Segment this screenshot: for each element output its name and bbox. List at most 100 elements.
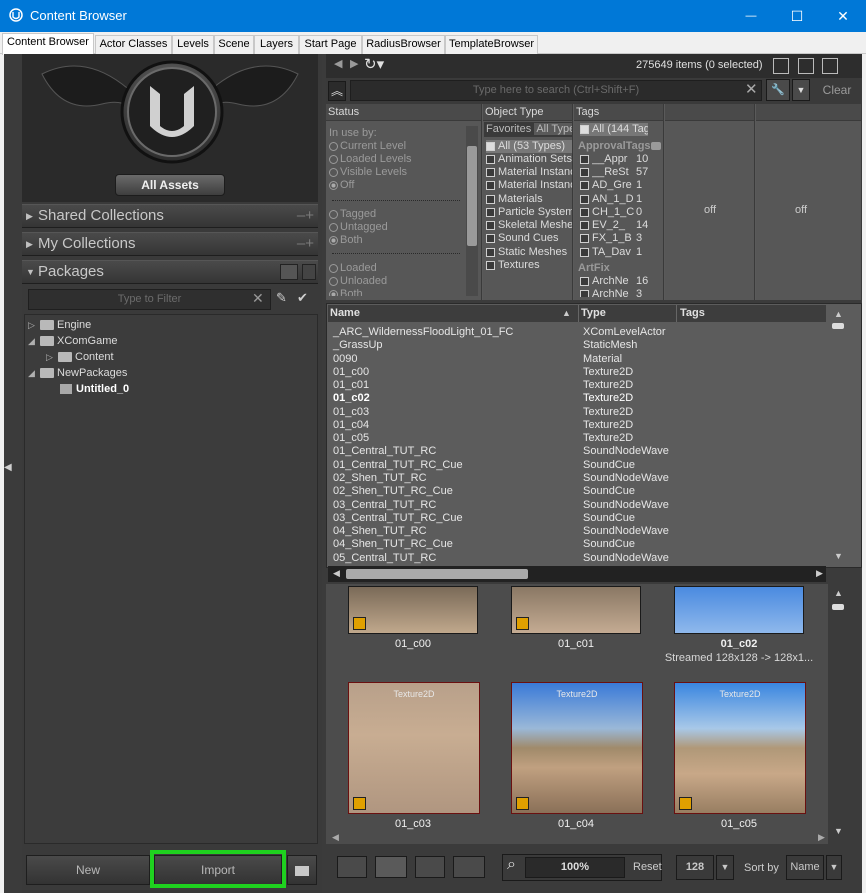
list-row[interactable]: 01_c00 Texture2D bbox=[333, 366, 633, 379]
list-row-selected[interactable]: 01_c02 Texture2D bbox=[333, 392, 633, 405]
favorites-tab[interactable]: Favorites bbox=[484, 123, 531, 135]
off-radio[interactable]: Off bbox=[329, 179, 354, 192]
tag-checkbox[interactable]: CH_1_C 0 bbox=[580, 206, 642, 219]
list-row[interactable]: 05_Central_TUT_RC SoundNodeWave bbox=[333, 552, 669, 565]
list-row[interactable]: 03_Central_TUT_RC SoundNodeWave bbox=[333, 499, 669, 512]
object-type-checkbox[interactable]: Materials bbox=[486, 193, 572, 206]
clear-filter-icon[interactable]: ✕ bbox=[252, 290, 264, 307]
search-options-dropdown-icon[interactable]: ▼ bbox=[792, 79, 810, 101]
float-window-icon[interactable] bbox=[822, 58, 838, 74]
list-view-icon[interactable] bbox=[302, 264, 316, 280]
all-types-tab[interactable]: All Types bbox=[534, 123, 572, 135]
tree-node-xcomgame[interactable]: ◢ XComGame bbox=[28, 333, 118, 349]
object-type-checkbox[interactable]: Particle Systems bbox=[486, 206, 572, 219]
loaded-levels-radio[interactable]: Loaded Levels bbox=[329, 153, 412, 166]
tree-node-newpackages[interactable]: ◢ NewPackages bbox=[28, 365, 127, 381]
search-input[interactable]: Type here to search (Ctrl+Shift+F) bbox=[350, 80, 762, 101]
tab-template-browser[interactable]: TemplateBrowser bbox=[445, 35, 538, 54]
list-row[interactable]: _GrassUp StaticMesh bbox=[333, 339, 637, 352]
tag-checkbox[interactable]: TA_Dav 1 bbox=[580, 246, 642, 259]
untagged-radio[interactable]: Untagged bbox=[329, 221, 388, 234]
thumbnail-01-c04[interactable]: Texture2D bbox=[511, 682, 643, 814]
tree-view-icon[interactable] bbox=[280, 264, 298, 280]
tag-checkbox[interactable]: ArchNe 16 bbox=[580, 275, 648, 288]
visible-levels-radio[interactable]: Visible Levels bbox=[329, 166, 407, 179]
list-row[interactable]: 01_c03 Texture2D bbox=[333, 406, 633, 419]
type-column-header[interactable]: Type bbox=[581, 307, 606, 319]
off-label[interactable]: off bbox=[665, 204, 755, 216]
split-view-icon[interactable] bbox=[375, 856, 407, 878]
new-window-icon[interactable] bbox=[773, 58, 789, 74]
object-type-checkbox[interactable]: Animation Sets bbox=[486, 153, 572, 166]
package-filter-input[interactable]: Type to Filter bbox=[28, 289, 271, 310]
tag-checkbox[interactable]: ArchNe 3 bbox=[580, 288, 642, 297]
thumbnail-01-c05[interactable]: Texture2D bbox=[674, 682, 806, 814]
tab-start-page[interactable]: Start Page bbox=[299, 35, 362, 54]
list-row[interactable]: 0090 Material bbox=[333, 353, 622, 366]
all-types-checkbox[interactable]: All (53 Types) bbox=[486, 140, 572, 153]
tagged-radio[interactable]: Tagged bbox=[329, 208, 376, 221]
off-label[interactable]: off bbox=[756, 204, 846, 216]
loaded-radio[interactable]: Loaded bbox=[329, 262, 377, 275]
list-horizontal-scrollbar[interactable]: ◀ ▶ bbox=[328, 566, 826, 582]
list-row[interactable]: 01_c05 Texture2D bbox=[333, 432, 633, 445]
collapse-filters-icon[interactable]: ︽ bbox=[328, 81, 346, 101]
tab-layers[interactable]: Layers bbox=[254, 35, 299, 54]
tab-levels[interactable]: Levels bbox=[172, 35, 214, 54]
list-row[interactable]: 02_Shen_TUT_RC SoundNodeWave bbox=[333, 472, 669, 485]
reset-zoom-button[interactable]: Reset bbox=[633, 861, 662, 873]
add-remove-collection-icons[interactable]: –+ bbox=[297, 205, 314, 227]
history-refresh-icon[interactable]: ↻▾ bbox=[364, 55, 384, 73]
scroll-left-arrow-icon[interactable]: ◀ bbox=[332, 832, 339, 843]
all-tags-checkbox[interactable]: All (144 Tags) bbox=[580, 123, 648, 136]
thumbnail-01-c02[interactable] bbox=[674, 586, 804, 634]
list-row[interactable]: 01_c04 Texture2D bbox=[333, 419, 633, 432]
thumbnail-size-dropdown-icon[interactable]: ▼ bbox=[716, 855, 734, 880]
object-type-checkbox[interactable]: Material Instances bbox=[486, 179, 572, 192]
maximize-button[interactable]: ☐ bbox=[774, 0, 820, 32]
tags-scrollbar[interactable] bbox=[650, 126, 662, 296]
tab-content-browser[interactable]: Content Browser bbox=[2, 33, 94, 55]
list-only-view-icon[interactable] bbox=[337, 856, 367, 878]
forward-arrow-icon[interactable]: ▶ bbox=[350, 57, 358, 70]
shared-collections-header[interactable]: ▶ Shared Collections –+ bbox=[22, 204, 318, 228]
current-level-radio[interactable]: Current Level bbox=[329, 140, 406, 153]
new-button[interactable]: New bbox=[26, 855, 150, 885]
checkmark-icon[interactable]: ✔ bbox=[297, 290, 308, 306]
clear-button[interactable]: Clear bbox=[814, 79, 860, 101]
object-type-checkbox[interactable]: Static Meshes bbox=[486, 246, 572, 259]
list-row[interactable]: 01_Central_TUT_RC_Cue SoundCue bbox=[333, 459, 635, 472]
list-row[interactable]: 01_c01 Texture2D bbox=[333, 379, 633, 392]
name-column-header[interactable]: Name bbox=[330, 307, 360, 319]
back-arrow-icon[interactable]: ◀ bbox=[334, 57, 342, 70]
object-type-checkbox[interactable]: Sound Cues bbox=[486, 232, 572, 245]
tag-checkbox[interactable]: FX_1_B 3 bbox=[580, 232, 642, 245]
thumbnail-01-c03[interactable]: Texture2D bbox=[348, 682, 480, 814]
collapse-left-arrow-icon[interactable]: ◀ bbox=[4, 462, 18, 476]
wrench-icon[interactable]: 🔧 bbox=[766, 79, 790, 101]
all-assets-button[interactable]: All Assets bbox=[115, 174, 225, 196]
thumbnail-01-c00[interactable] bbox=[348, 586, 478, 634]
unloaded-radio[interactable]: Unloaded bbox=[329, 275, 387, 288]
list-row[interactable]: 03_Central_TUT_RC_Cue SoundCue bbox=[333, 512, 635, 525]
packages-header[interactable]: ▼ Packages bbox=[22, 260, 318, 284]
close-button[interactable]: ✕ bbox=[820, 0, 866, 32]
object-type-checkbox[interactable]: Material Instances bbox=[486, 166, 572, 179]
zoom-level[interactable]: 100% bbox=[525, 857, 625, 878]
status-scrollbar[interactable] bbox=[466, 126, 478, 296]
list-row[interactable]: _ARC_WildernessFloodLight_01_FC XComLevel… bbox=[333, 326, 666, 339]
tags-column-header[interactable]: Tags bbox=[680, 307, 705, 319]
horizontal-split-view-icon[interactable] bbox=[415, 856, 445, 878]
sort-by-select[interactable]: Name bbox=[786, 855, 824, 880]
tree-node-engine[interactable]: ▷ Engine bbox=[28, 317, 91, 333]
open-folder-button[interactable] bbox=[287, 855, 317, 885]
thumbnail-size[interactable]: 128 bbox=[676, 855, 714, 880]
list-row[interactable]: 04_Shen_TUT_RC SoundNodeWave bbox=[333, 525, 669, 538]
tab-actor-classes[interactable]: Actor Classes bbox=[95, 35, 172, 54]
list-vertical-scrollbar[interactable]: ▲ ▼ bbox=[830, 305, 846, 565]
minimize-button[interactable]: — bbox=[728, 0, 774, 32]
dock-window-icon[interactable] bbox=[798, 58, 814, 74]
sort-by-dropdown-icon[interactable]: ▼ bbox=[826, 855, 842, 880]
list-row[interactable]: 02_Shen_TUT_RC_Cue SoundCue bbox=[333, 485, 635, 498]
pencil-icon[interactable]: ✎ bbox=[276, 290, 287, 306]
